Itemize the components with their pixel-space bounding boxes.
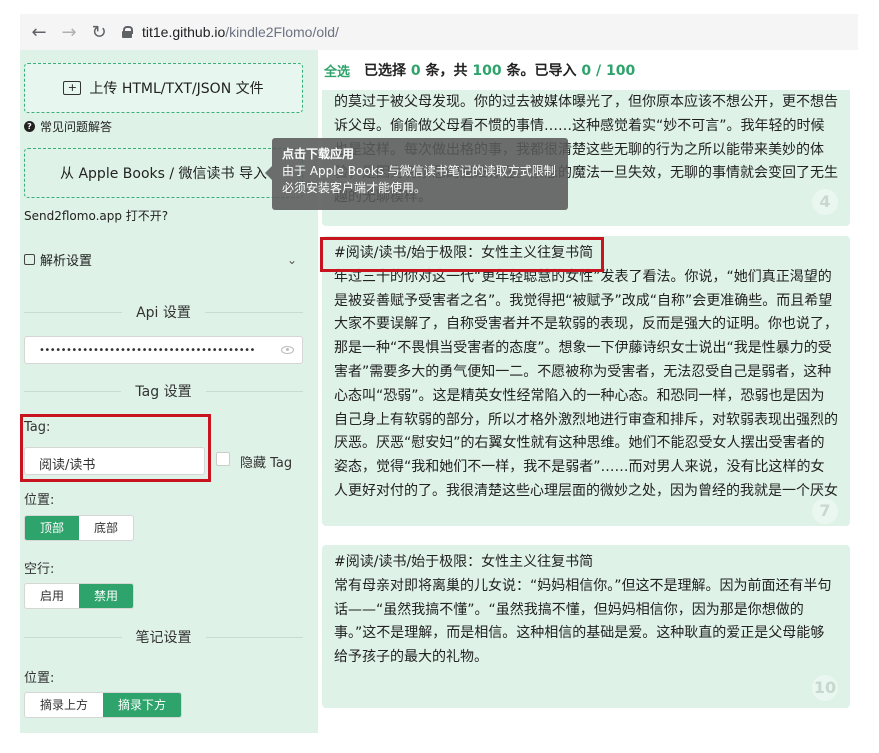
faq-label: 常见问题解答: [40, 120, 113, 134]
parse-settings-toggle[interactable]: 解析设置 ⌄: [24, 250, 303, 269]
api-settings-title: Api 设置: [136, 305, 191, 321]
tooltip-line-1: 由于 Apple Books 与微信读书笔记的读取方式限制: [282, 164, 556, 178]
highlight-box: [320, 237, 604, 272]
blank-line-label: 空行:: [24, 562, 55, 577]
tag-position-bottom[interactable]: 底部: [79, 516, 133, 540]
note-position-above[interactable]: 摘录上方: [25, 693, 103, 717]
selection-status: 已选择 0 条，共 100 条。已导入 0 / 100: [364, 60, 635, 80]
upload-file-label: 上传 HTML/TXT/JSON 文件: [89, 81, 264, 97]
url-domain: tit1e.github.io: [142, 24, 226, 40]
settings-icon: [24, 254, 35, 265]
note-text: 年过三十的你对这一代“更年轻聪慧的女性”发表了看法。你说，“她们真正渴望的是被妥…: [334, 268, 838, 499]
hide-tag-checkbox[interactable]: [216, 452, 230, 466]
back-icon[interactable]: ←: [28, 21, 50, 43]
reload-icon[interactable]: ↻: [88, 21, 110, 43]
apple-books-import-button[interactable]: 从 Apple Books / 微信读书 导入: [24, 148, 303, 198]
hide-tag-label: 隐藏 Tag: [240, 456, 293, 471]
selected-mid: 条，共: [425, 63, 468, 79]
folder-plus-icon: +: [63, 81, 82, 95]
note-settings-title: 笔记设置: [135, 630, 192, 646]
divider-line: [205, 636, 303, 638]
api-settings-heading: Api 设置: [24, 302, 303, 322]
note-position-below[interactable]: 摘录下方: [103, 693, 182, 717]
imported-prefix: 条。已导入: [506, 63, 577, 79]
forward-icon[interactable]: →: [58, 21, 80, 43]
apple-books-import-label: 从 Apple Books / 微信读书 导入: [60, 166, 267, 182]
note-text: 常有母亲对即将离巢的儿女说：“妈妈相信你。”但这不是理解。因为前面还有半句话——…: [334, 577, 832, 666]
parse-settings-label: 解析设置: [40, 254, 93, 269]
tag-settings-title: Tag 设置: [135, 384, 192, 400]
selected-count: 0: [410, 63, 421, 79]
url-path: /kindle2Flomo/old/: [225, 24, 339, 40]
selection-toolbar: 全选 已选择 0 条，共 100 条。已导入 0 / 100: [318, 50, 858, 90]
note-position-selector: 摘录上方 摘录下方: [24, 692, 183, 718]
selected-prefix: 已选择: [364, 63, 407, 79]
lock-icon: [122, 26, 133, 38]
tooltip-title: 点击下载应用: [282, 147, 355, 161]
total-count: 100: [472, 63, 502, 79]
api-key-value: ••••••••••••••••••••••••••••••••••••••••: [39, 344, 255, 356]
divider-line: [24, 390, 122, 392]
browser-toolbar: ← → ↻ tit1e.github.io/kindle2Flomo/old/: [20, 14, 858, 50]
highlight-box: [20, 414, 211, 482]
upload-file-button[interactable]: + 上传 HTML/TXT/JSON 文件: [24, 63, 303, 113]
divider-line: [24, 636, 122, 638]
divider-line: [24, 311, 123, 313]
divider-line: [204, 311, 303, 313]
send2flomo-note[interactable]: Send2flomo.app 打不开?: [24, 207, 168, 224]
note-position-label: 位置:: [24, 671, 55, 686]
address-bar[interactable]: tit1e.github.io/kindle2Flomo/old/: [122, 24, 339, 40]
blank-line-disable[interactable]: 禁用: [79, 584, 134, 608]
note-number: 7: [812, 498, 838, 524]
blank-line-enable[interactable]: 启用: [25, 584, 79, 608]
eye-icon[interactable]: [281, 346, 294, 354]
tag-position-top[interactable]: 顶部: [25, 516, 80, 540]
tag-settings-heading: Tag 设置: [24, 381, 303, 401]
download-tooltip: 点击下载应用 由于 Apple Books 与微信读书笔记的读取方式限制 必须安…: [265, 138, 568, 210]
note-title: #阅读/读书/始于极限：女性主义往复书简: [334, 554, 594, 570]
tag-position-selector: 顶部 底部: [24, 515, 135, 541]
note-card[interactable]: #阅读/读书/始于极限：女性主义往复书简 年过三十的你对这一代“更年轻聪慧的女性…: [322, 236, 850, 526]
blank-line-selector: 启用 禁用: [24, 583, 135, 609]
select-all-button[interactable]: 全选: [324, 61, 350, 80]
chevron-down-icon: ⌄: [286, 252, 297, 267]
note-settings-heading: 笔记设置: [24, 627, 303, 647]
imported-value: 0 / 100: [581, 63, 636, 79]
note-number: 4: [812, 189, 838, 215]
api-key-input[interactable]: ••••••••••••••••••••••••••••••••••••••••: [24, 336, 303, 364]
divider-line: [205, 390, 303, 392]
note-card[interactable]: #阅读/读书/始于极限：女性主义往复书简 常有母亲对即将离巢的儿女说：“妈妈相信…: [322, 545, 850, 708]
tooltip-line-2: 必须安装客户端才能使用。: [282, 181, 427, 195]
faq-link[interactable]: ? 常见问题解答: [24, 118, 112, 135]
question-icon: ?: [24, 121, 35, 132]
note-number: 10: [812, 675, 838, 701]
tag-position-label: 位置:: [24, 493, 55, 508]
